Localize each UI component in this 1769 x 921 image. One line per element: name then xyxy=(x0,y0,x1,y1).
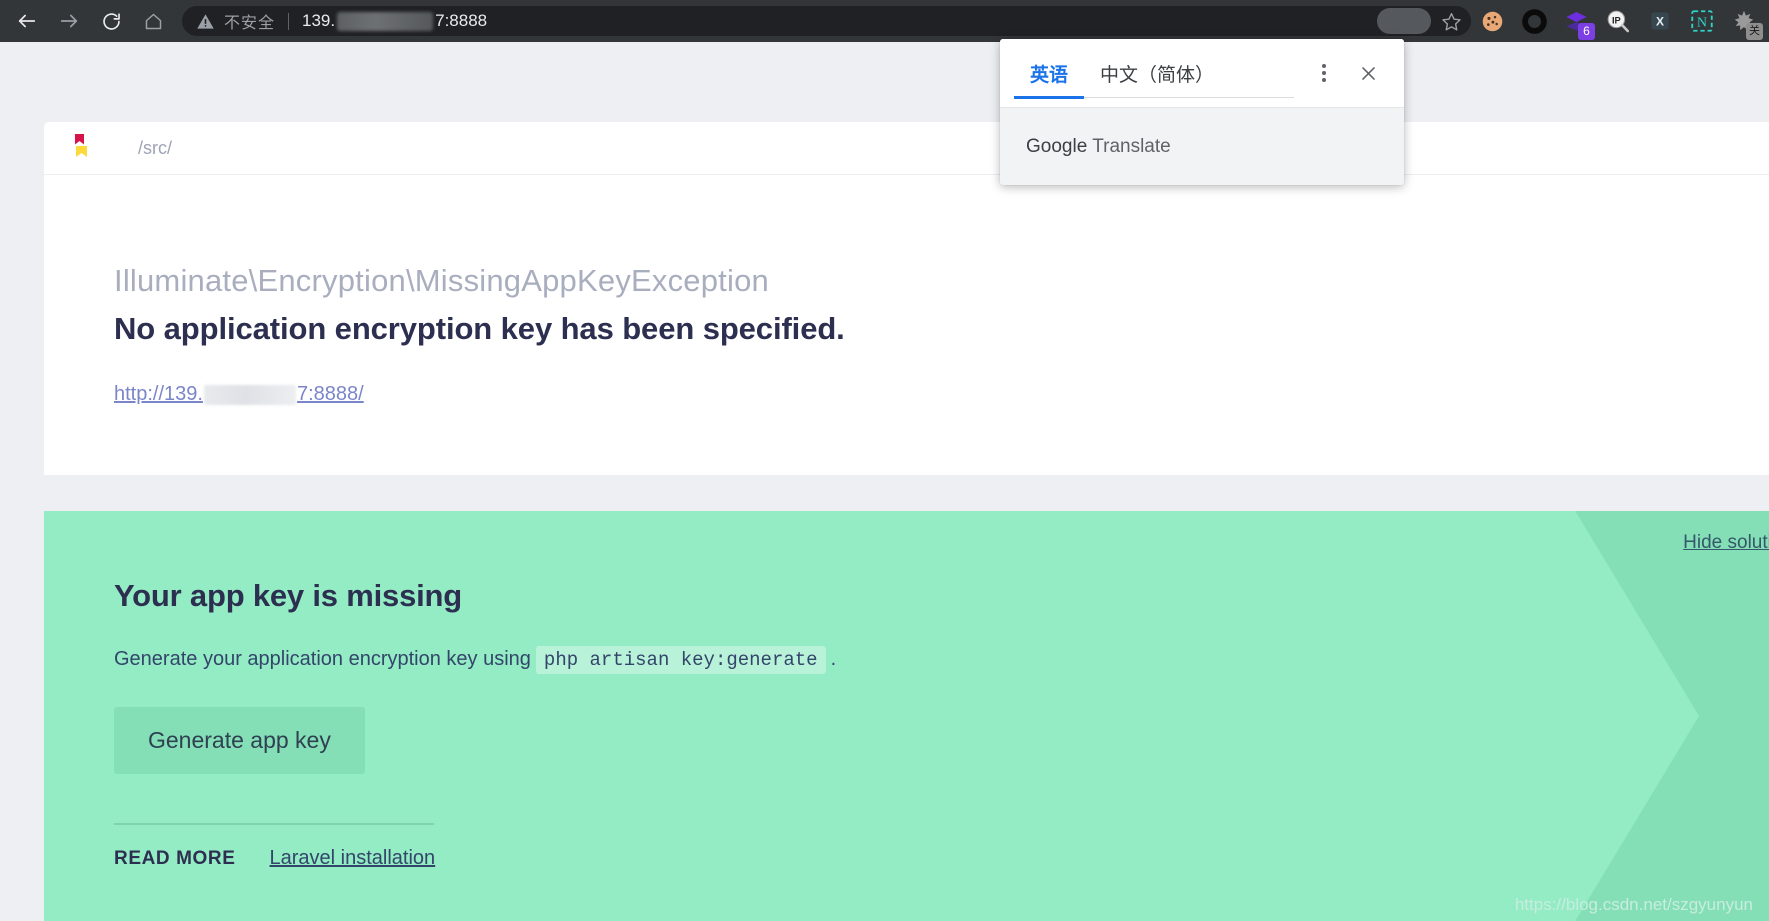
google-translate-brand: Google Translate xyxy=(1026,136,1171,158)
ip-lookup-extension-button[interactable]: IP xyxy=(1597,0,1639,42)
bookmark-button[interactable] xyxy=(1431,6,1471,36)
exception-class-name: Illuminate\Encryption\MissingAppKeyExcep… xyxy=(114,263,769,298)
translate-close-button[interactable] xyxy=(1346,51,1390,95)
solution-title: Your app key is missing xyxy=(114,578,462,613)
request-url-link[interactable]: http://139. 7:8888/ xyxy=(114,383,364,406)
request-url-redaction-block xyxy=(203,384,296,405)
x-icon: X xyxy=(1651,12,1669,30)
browser-toolbar: 不安全 139. 7:8888 6 IP X N 关 xyxy=(0,0,1769,42)
cookie-extension-button[interactable] xyxy=(1471,0,1513,42)
extensions-toolbar: 6 IP X N 关 xyxy=(1471,0,1769,42)
exception-card: /src/ Illuminate\Encryption\MissingAppKe… xyxy=(44,122,1769,475)
cookie-icon xyxy=(1482,11,1502,31)
hide-solution-link[interactable]: Hide solution xyxy=(1683,532,1769,554)
svg-text:X: X xyxy=(1656,14,1664,28)
maple-extension-button[interactable]: 关 xyxy=(1723,0,1765,42)
page-viewport: /src/ Illuminate\Encryption\MissingAppKe… xyxy=(0,42,1769,921)
reload-button[interactable] xyxy=(90,0,132,42)
exception-body: Illuminate\Encryption\MissingAppKeyExcep… xyxy=(44,175,1769,475)
translate-actions xyxy=(1302,51,1390,95)
ip-magnifier-icon: IP xyxy=(1607,10,1630,33)
forward-arrow-icon xyxy=(60,14,78,28)
close-icon xyxy=(1361,66,1375,80)
read-more-label: READ MORE xyxy=(114,848,236,869)
omnibox-divider xyxy=(288,12,290,30)
exception-card-header: /src/ xyxy=(44,122,1769,175)
artisan-command-code: php artisan key:generate xyxy=(535,646,826,674)
notion-extension-button[interactable]: N xyxy=(1681,0,1723,42)
svg-text:IP: IP xyxy=(1612,15,1621,25)
ignition-logo-icon xyxy=(70,132,96,164)
forward-button[interactable] xyxy=(48,0,90,42)
translate-options-button[interactable] xyxy=(1302,51,1346,95)
reload-icon xyxy=(102,12,120,30)
url-prefix: 139. xyxy=(302,11,336,30)
layers-extension-button[interactable]: 6 xyxy=(1555,0,1597,42)
laravel-installation-link[interactable]: Laravel installation xyxy=(270,847,436,870)
tab-target-language[interactable]: 中文（简体） xyxy=(1084,39,1230,107)
translate-wordmark: Translate xyxy=(1087,135,1171,157)
tab-source-language[interactable]: 英语 xyxy=(1014,39,1085,107)
url-text: 139. 7:8888 xyxy=(302,11,487,31)
x-extension-button[interactable]: X xyxy=(1639,0,1681,42)
not-secure-warning-icon xyxy=(196,12,215,31)
request-url-suffix: 7:8888/ xyxy=(296,383,364,405)
omnibox-actions xyxy=(1377,6,1471,36)
url-redaction-block xyxy=(337,11,434,31)
home-icon xyxy=(145,13,161,29)
solution-divider xyxy=(114,823,434,825)
omnibox-suggestion-pill[interactable] xyxy=(1377,8,1431,34)
generate-app-key-button[interactable]: Generate app key xyxy=(114,707,365,774)
solution-content: Your app key is missing Generate your ap… xyxy=(44,511,1769,870)
more-vertical-icon xyxy=(1322,64,1326,82)
google-wordmark: Google xyxy=(1026,135,1088,157)
translate-footer: Google Translate xyxy=(1000,107,1404,185)
google-translate-popup: 英语 中文（简体） Google Translate xyxy=(1000,39,1404,185)
star-icon xyxy=(1441,12,1461,31)
back-arrow-icon xyxy=(18,14,36,28)
request-url-prefix: http://139. xyxy=(114,383,203,405)
solution-description-after: . xyxy=(830,648,837,670)
navigation-buttons xyxy=(0,0,174,42)
security-status-label: 不安全 xyxy=(224,15,276,32)
circle-ring-icon xyxy=(1521,8,1547,34)
svg-text:N: N xyxy=(1697,14,1707,30)
home-button[interactable] xyxy=(132,0,174,42)
back-button[interactable] xyxy=(6,0,48,42)
maple-extension-badge: 关 xyxy=(1746,23,1763,40)
address-bar[interactable]: 不安全 139. 7:8888 xyxy=(182,6,1471,36)
solution-description-before: Generate your application encryption key… xyxy=(114,648,531,670)
notion-icon: N xyxy=(1691,10,1713,32)
layers-extension-badge: 6 xyxy=(1578,23,1595,40)
solution-description: Generate your application encryption key… xyxy=(114,646,1769,674)
read-more-row: READ MORE Laravel installation xyxy=(114,847,1769,870)
circle-extension-button[interactable] xyxy=(1513,0,1555,42)
url-suffix: 7:8888 xyxy=(435,11,488,30)
solution-panel: Hide solution Your app key is missing Ge… xyxy=(44,511,1769,921)
exception-message: No application encryption key has been s… xyxy=(114,311,845,346)
watermark-text: https://blog.csdn.net/szgyunyun xyxy=(1514,895,1753,914)
translate-tabs: 英语 中文（简体） xyxy=(1000,39,1404,107)
file-path-label: /src/ xyxy=(138,137,172,158)
